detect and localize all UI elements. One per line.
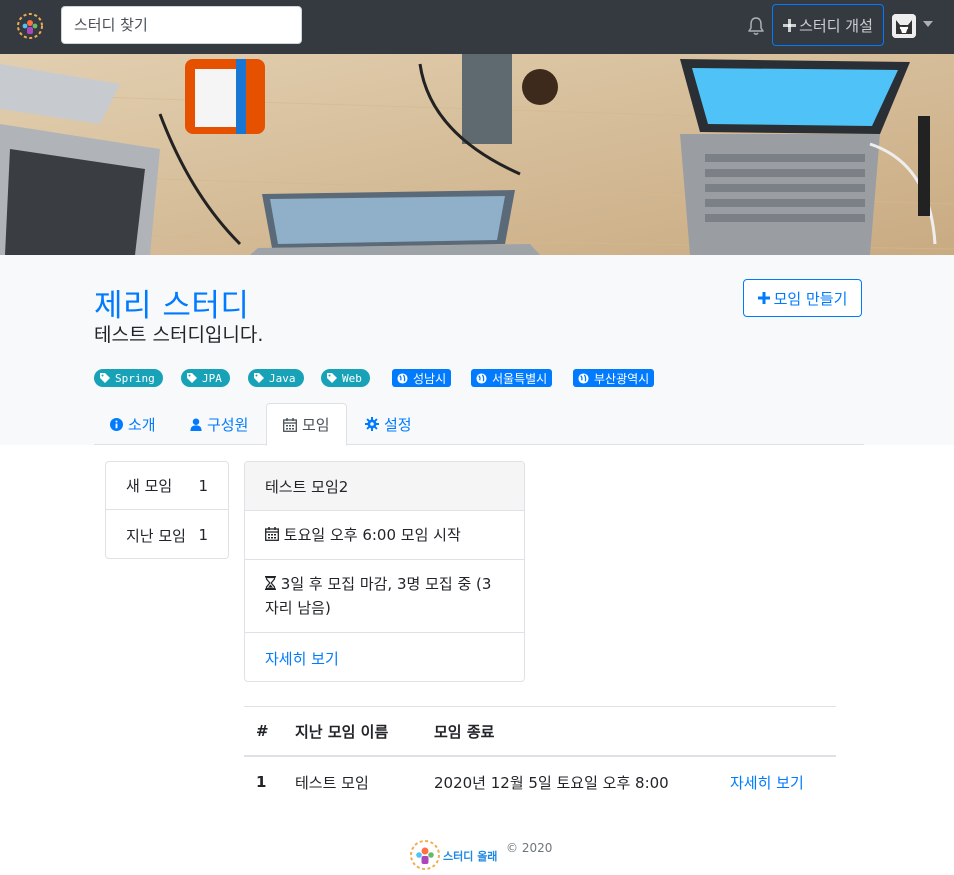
row-number: 1 <box>256 773 267 791</box>
tag-icon <box>187 373 197 383</box>
row-event-name: 테스트 모임 <box>295 773 369 792</box>
event-start-text: 토요일 오후 6:00 모임 시작 <box>283 526 461 544</box>
study-title[interactable]: 제리 스터디 <box>94 280 249 325</box>
tag-label: JPA <box>202 371 222 385</box>
globe-icon <box>397 372 408 384</box>
event-card-title: 테스트 모임2 <box>245 462 524 511</box>
globe-icon <box>476 372 487 384</box>
zone-label: 부산광역시 <box>594 371 650 386</box>
zone-badge-seoul[interactable]: 서울특별시 <box>471 369 553 387</box>
zone-label: 성남시 <box>413 371 447 386</box>
footer-copyright: © 2020 <box>506 841 553 855</box>
past-events-item[interactable]: 지난 모임 1 <box>106 511 228 559</box>
column-header-end: 모임 종료 <box>434 722 495 741</box>
plus-icon <box>757 292 770 304</box>
tag-icon <box>327 373 337 383</box>
navbar: 스터디 개설 <box>0 0 954 54</box>
event-card: 테스트 모임2 토요일 오후 6:00 모임 시작 3일 후 모집 마감, 3명… <box>244 461 525 682</box>
tab-events[interactable]: 모임 <box>266 403 347 446</box>
new-events-count: 1 <box>198 476 208 495</box>
zone-label: 서울특별시 <box>492 371 548 386</box>
column-header-name: 지난 모임 이름 <box>295 722 389 741</box>
event-recruit-row: 3일 후 모집 마감, 3명 모집 중 (3 자리 남음) <box>245 560 524 633</box>
past-events-count: 1 <box>198 526 208 544</box>
tab-label: 소개 <box>128 415 156 434</box>
event-recruit-text: 3일 후 모집 마감, 3명 모집 중 (3 자리 남음) <box>265 575 492 617</box>
open-study-button[interactable]: 스터디 개설 <box>772 4 884 46</box>
past-events-label: 지난 모임 <box>126 526 186 545</box>
search-input[interactable] <box>61 6 302 44</box>
study-tabs: 소개 구성원 모임 설정 <box>94 403 864 446</box>
event-detail-link[interactable]: 자세히 보기 <box>265 648 339 669</box>
calendar-icon <box>283 417 297 432</box>
tag-badge-spring[interactable]: Spring <box>94 369 163 387</box>
tab-label: 설정 <box>384 415 412 434</box>
row-detail-link[interactable]: 자세히 보기 <box>730 757 804 807</box>
zone-badge-seongnam[interactable]: 성남시 <box>392 369 452 387</box>
footer: 스터디 올래 © 2020 <box>408 838 552 872</box>
tag-badge-web[interactable]: Web <box>321 369 370 387</box>
site-logo-icon[interactable] <box>16 12 44 40</box>
table-row: 1 테스트 모임 2020년 12월 5일 토요일 오후 8:00 자세히 보기 <box>244 757 836 807</box>
bell-icon[interactable] <box>747 16 765 36</box>
event-start-row: 토요일 오후 6:00 모임 시작 <box>245 511 524 560</box>
footer-logo-icon: 스터디 올래 <box>410 840 497 870</box>
tag-badge-jpa[interactable]: JPA <box>181 369 230 387</box>
tag-label: Spring <box>115 371 155 385</box>
tag-badge-java[interactable]: Java <box>248 369 304 387</box>
zone-badge-busan[interactable]: 부산광역시 <box>573 369 655 387</box>
cat-avatar-icon <box>892 14 916 38</box>
row-event-end: 2020년 12월 5일 토요일 오후 8:00 <box>434 773 669 792</box>
new-events-item[interactable]: 새 모임 1 <box>106 462 228 510</box>
user-icon <box>190 417 202 431</box>
tab-label: 구성원 <box>207 415 249 434</box>
open-study-label: 스터디 개설 <box>799 16 873 35</box>
calendar-icon <box>265 527 279 541</box>
hourglass-icon <box>265 576 276 590</box>
info-circle-icon <box>110 417 123 431</box>
tab-settings[interactable]: 설정 <box>365 403 412 445</box>
event-filter-list: 새 모임 1 지난 모임 1 <box>105 461 229 559</box>
new-event-button[interactable]: 모임 만들기 <box>743 279 862 317</box>
study-description: 테스트 스터디입니다. <box>94 324 264 346</box>
tag-icon <box>254 373 264 383</box>
study-banner-image <box>0 54 954 255</box>
globe-icon <box>578 372 589 384</box>
tab-label: 모임 <box>302 416 330 434</box>
gear-icon <box>365 417 379 431</box>
tag-label: Web <box>342 371 362 385</box>
tab-members[interactable]: 구성원 <box>190 403 248 445</box>
new-event-label: 모임 만들기 <box>773 289 848 308</box>
table-header: # 지난 모임 이름 모임 종료 <box>244 706 836 757</box>
avatar[interactable] <box>892 14 916 38</box>
tag-icon <box>100 373 110 383</box>
column-header-number: # <box>256 722 269 740</box>
tab-info[interactable]: 소개 <box>110 403 156 445</box>
plus-icon <box>783 18 797 32</box>
footer-logo-text: 스터디 올래 <box>443 849 497 863</box>
new-events-label: 새 모임 <box>126 477 173 495</box>
tag-label: Java <box>269 371 296 385</box>
chevron-down-icon[interactable] <box>923 21 933 27</box>
